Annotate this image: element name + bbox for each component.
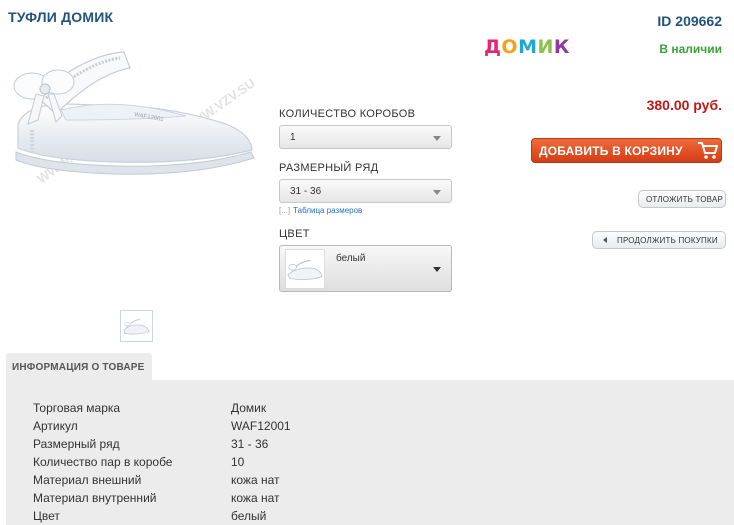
continue-shopping-button[interactable]: ПРОДОЛЖИТЬ ПОКУПКИ (592, 231, 726, 249)
stock-status: В наличии (659, 42, 722, 56)
info-value: Домик (231, 401, 267, 415)
boxes-select[interactable]: 1 (279, 125, 452, 149)
cart-icon (698, 142, 718, 159)
brand-logo-letter: О (501, 36, 519, 58)
color-swatch-image (285, 249, 325, 289)
color-value: белый (336, 253, 366, 264)
product-id: ID 209662 (657, 13, 722, 29)
boxes-label: КОЛИЧЕСТВО КОРОБОВ (279, 108, 416, 120)
info-value: белый (231, 509, 267, 523)
size-range-label: РАЗМЕРНЫЙ РЯД (279, 162, 379, 174)
size-range-value: 31 - 36 (290, 186, 322, 197)
size-range-select[interactable]: 31 - 36 (279, 179, 452, 203)
info-value: 10 (231, 455, 245, 469)
chevron-down-icon (433, 190, 441, 195)
boxes-value: 1 (290, 132, 296, 143)
info-key: Материал внутренний (33, 491, 157, 505)
brand-logo-letter: Д (484, 36, 502, 58)
info-key: Цвет (33, 509, 60, 523)
product-info-panel: Торговая марка Домик Артикул WAF12001 Ра… (6, 380, 734, 525)
postpone-label: ОТЛОЖИТЬ ТОВАР (646, 195, 724, 204)
chevron-down-icon (433, 267, 441, 272)
tab-product-info[interactable]: ИНФОРМАЦИЯ О ТОВАРЕ (6, 353, 152, 381)
product-title: ТУФЛИ ДОМИК (8, 9, 114, 25)
info-value: кожа нат (231, 473, 280, 487)
info-key: Размерный ряд (33, 437, 120, 451)
brand-logo: ДОМИК (484, 36, 570, 58)
info-key: Материал внешний (33, 473, 142, 487)
brand-logo-letter: М (518, 36, 538, 58)
brand-logo-letter: И (537, 36, 554, 58)
info-value: кожа нат (231, 491, 280, 505)
tab-product-info-label: ИНФОРМАЦИЯ О ТОВАРЕ (12, 362, 145, 373)
product-price: 380.00 руб. (646, 97, 722, 113)
info-value: 31 - 36 (231, 437, 269, 451)
add-to-cart-button[interactable]: ДОБАВИТЬ В КОРЗИНУ (531, 138, 722, 163)
chevron-left-icon (603, 237, 607, 243)
continue-shopping-label: ПРОДОЛЖИТЬ ПОКУПКИ (617, 236, 718, 245)
product-thumbnail[interactable] (120, 310, 153, 342)
size-table-link-text: Таблица размеров (293, 206, 363, 215)
postpone-button[interactable]: ОТЛОЖИТЬ ТОВАР (638, 190, 726, 208)
size-table-bracket: [...] (279, 206, 291, 215)
info-value: WAF12001 (231, 419, 291, 433)
product-main-image[interactable]: WWW.VZV.SU WWW.VZV.SU WAF12001 (6, 34, 268, 198)
info-key: Торговая марка (33, 401, 121, 415)
info-key: Артикул (33, 419, 78, 433)
size-table-link[interactable]: [...] Таблица размеров (279, 206, 362, 215)
color-select[interactable]: белый (279, 245, 452, 292)
color-label: ЦВЕТ (279, 228, 310, 240)
info-key: Количество пар в коробе (33, 455, 173, 469)
add-to-cart-label: ДОБАВИТЬ В КОРЗИНУ (539, 144, 683, 158)
chevron-down-icon (433, 136, 441, 141)
brand-logo-letter: К (553, 36, 570, 58)
